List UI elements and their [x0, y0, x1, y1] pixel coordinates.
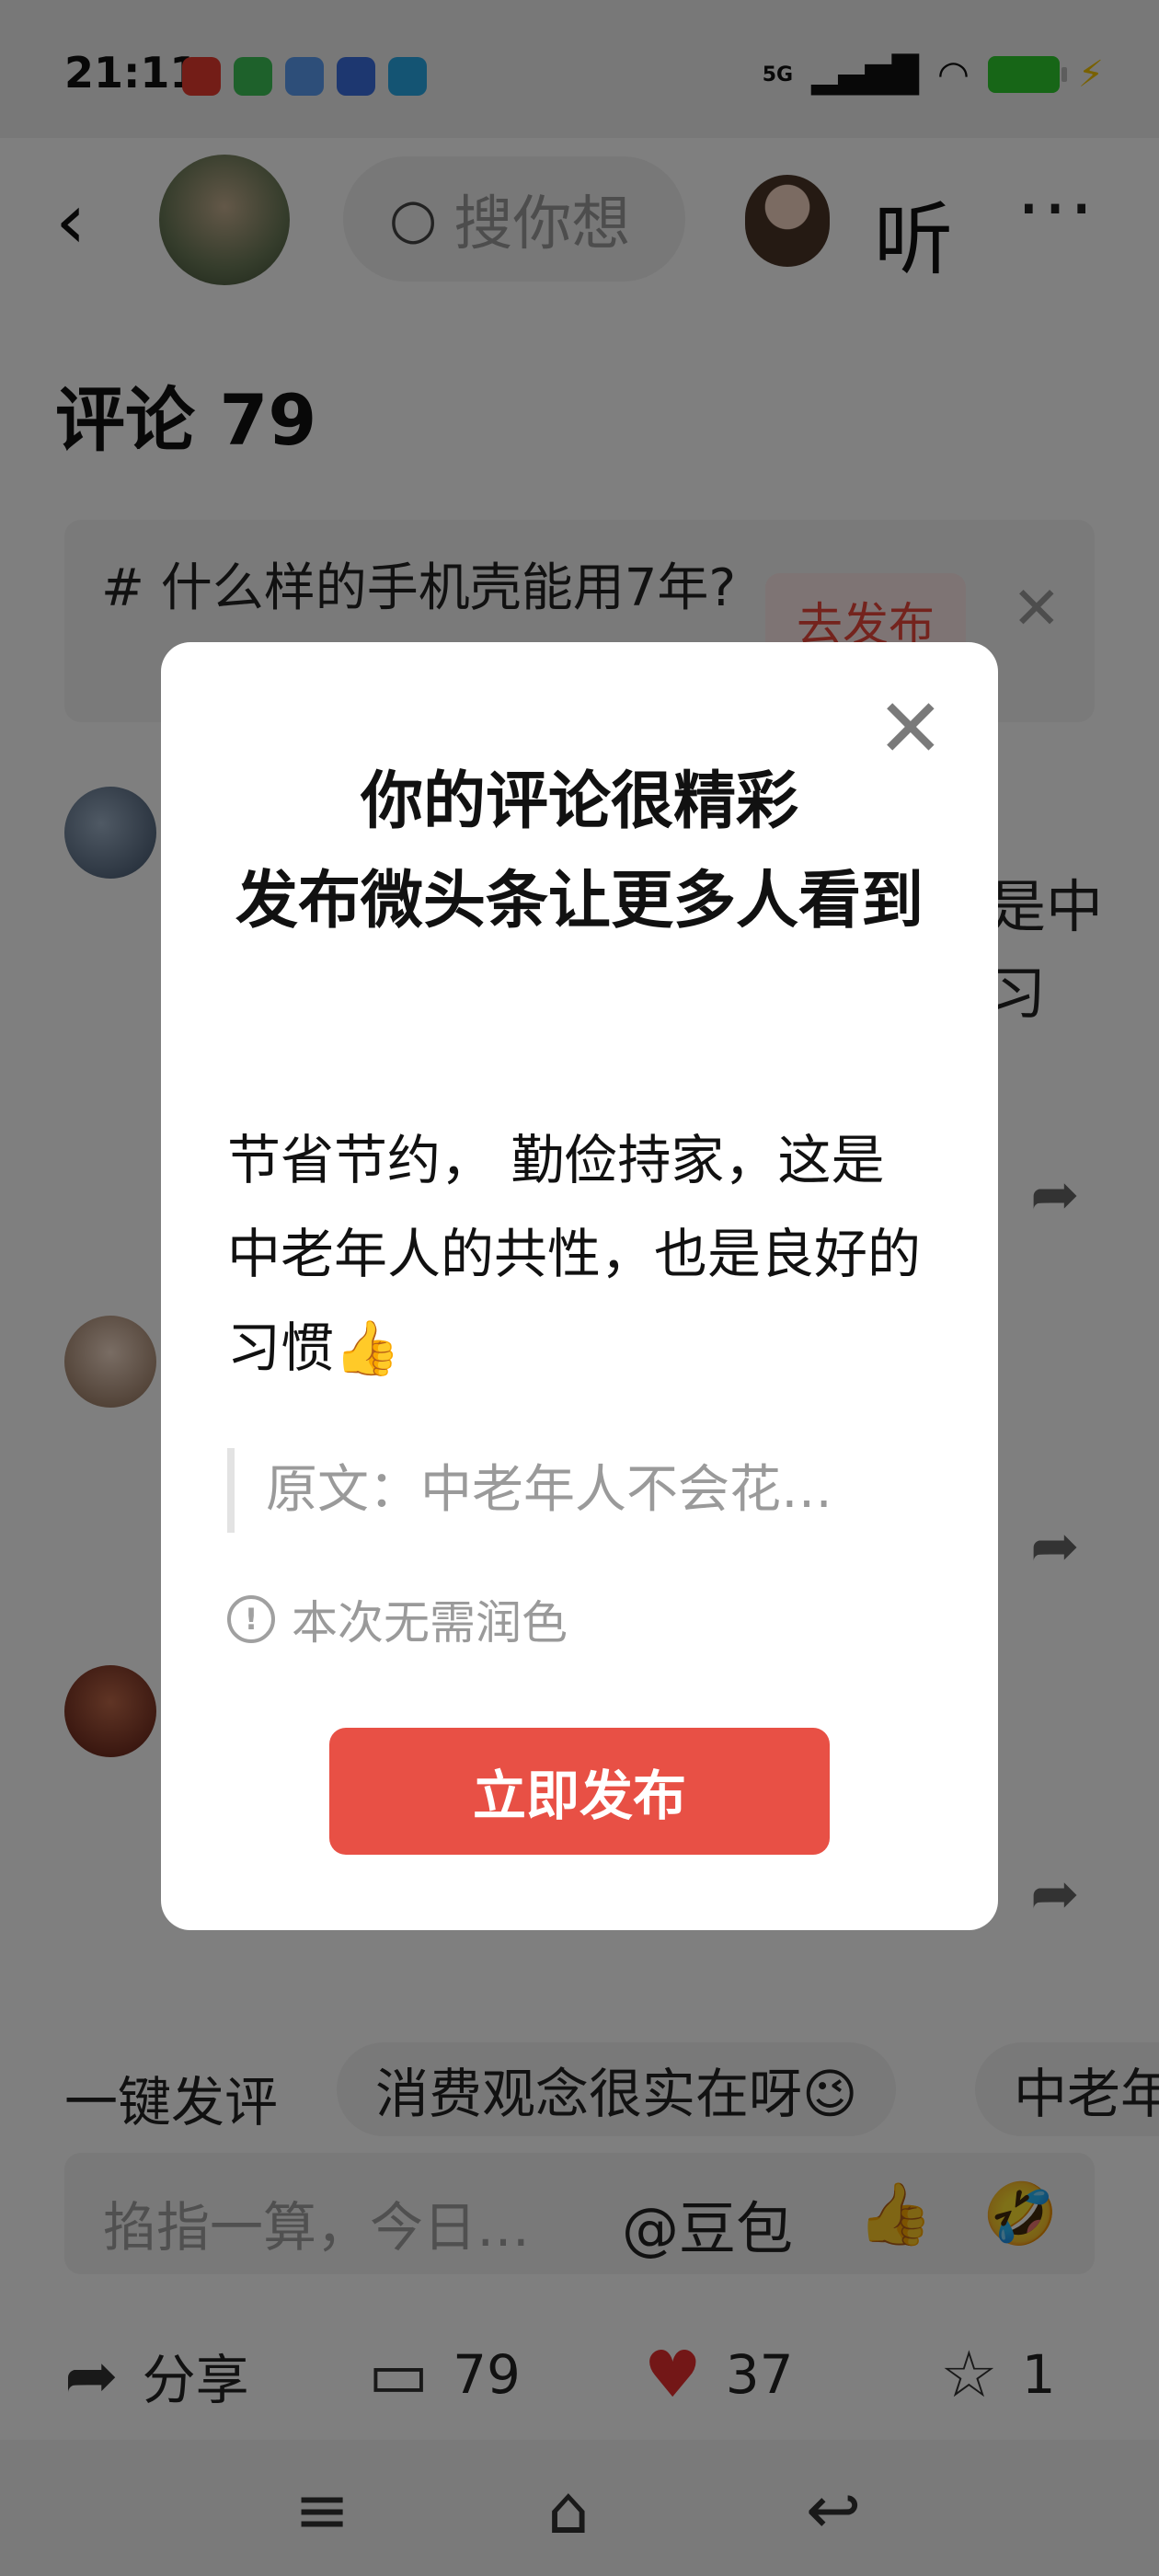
original-quote: 原文：中老年人不会花…: [227, 1448, 926, 1533]
dialog-title-line2: 发布微头条让更多人看到: [235, 865, 924, 937]
dialog-note-text: 本次无需润色: [292, 1596, 568, 1650]
dialog-note: ! 本次无需润色: [227, 1586, 568, 1652]
publish-dialog: ✕ 你的评论很精彩 发布微头条让更多人看到 节省节约， 勤俭持家，这是中老年人的…: [161, 642, 998, 1930]
info-icon: !: [227, 1595, 275, 1643]
dialog-body-text: 节省节约， 勤俭持家，这是中老年人的共性，也是良好的习惯👍: [227, 1129, 922, 1379]
dialog-title-line1: 你的评论很精彩: [360, 765, 798, 838]
publish-now-button[interactable]: 立即发布: [329, 1728, 830, 1855]
dialog-title: 你的评论很精彩 发布微头条让更多人看到: [216, 753, 943, 951]
